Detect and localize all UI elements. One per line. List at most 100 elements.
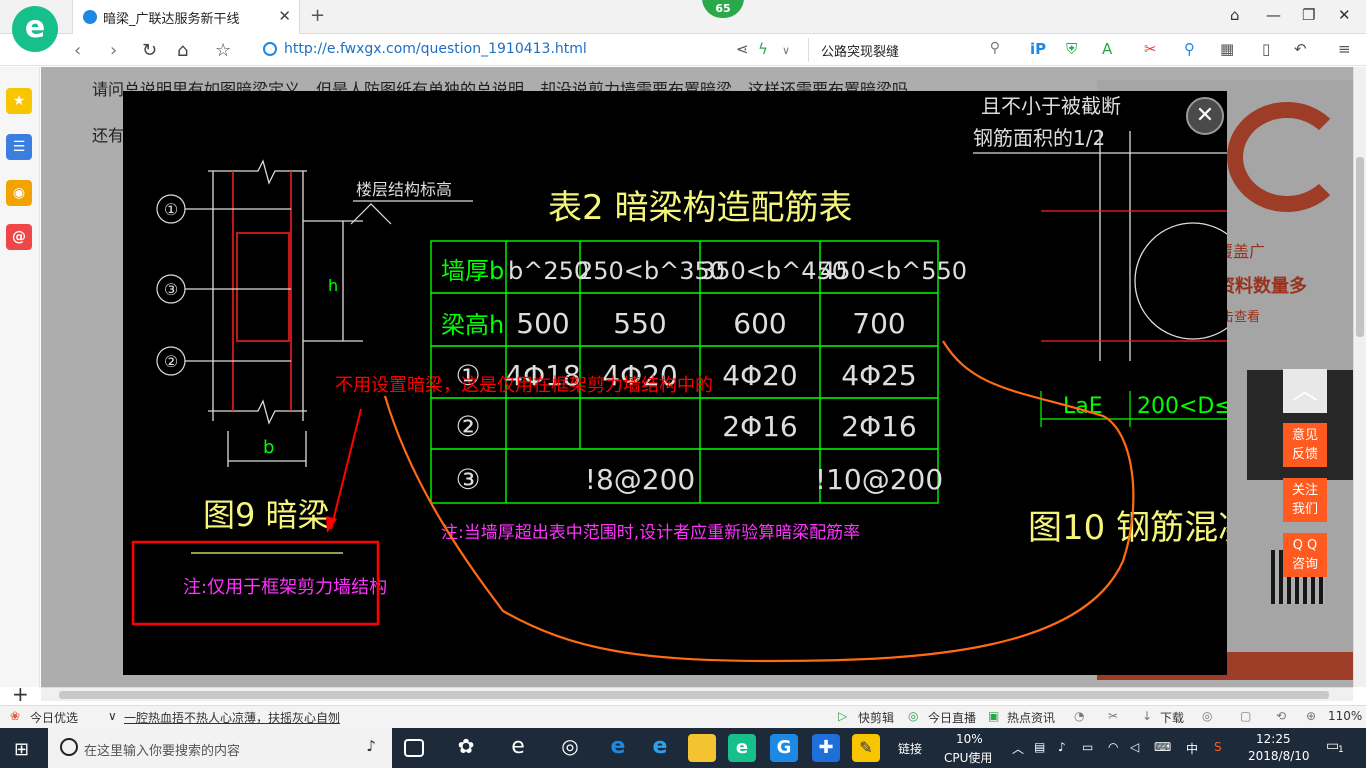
window-icon[interactable]: ▢ — [1240, 709, 1251, 723]
app-tray-icon[interactable]: ▤ — [1034, 740, 1045, 754]
magnifier-icon[interactable]: ⚲ — [1184, 40, 1195, 58]
task-view-icon[interactable] — [404, 739, 424, 757]
scissors-icon[interactable]: ✂ — [1144, 40, 1157, 58]
live-link[interactable]: 今日直播 — [928, 709, 976, 726]
minimize-icon[interactable]: — — [1266, 6, 1281, 24]
tab-close-icon[interactable]: ✕ — [278, 7, 291, 25]
windows-start-icon[interactable]: ⊞ — [14, 739, 29, 760]
horizontal-scrollbar[interactable] — [41, 687, 1353, 701]
restore-icon[interactable]: ⟲ — [1276, 709, 1286, 723]
restore-icon[interactable]: ❐ — [1302, 6, 1315, 24]
search-box[interactable]: 公路突现裂缝 ⚲ — [808, 38, 1008, 62]
table-header-values: b^250 250<b^350 350<b^450 450<b^550 — [508, 257, 967, 285]
taskbar-search[interactable]: 在这里输入你要搜索的内容 ♪ — [48, 728, 392, 768]
chevron-down-icon[interactable]: ∨ — [782, 44, 790, 57]
follow-us-button[interactable]: 关注 我们 — [1283, 478, 1327, 522]
g-app-icon[interactable]: G — [770, 734, 798, 762]
menu-icon[interactable]: ≡ — [1338, 40, 1351, 58]
play-icon: ▷ — [838, 709, 848, 723]
forward-icon[interactable]: › — [110, 40, 117, 61]
edge-icon[interactable]: e — [604, 734, 632, 762]
home-icon[interactable]: ⌂ — [177, 40, 188, 61]
reload-icon[interactable]: ↻ — [142, 40, 157, 61]
browser-tab[interactable]: 暗梁_广联达服务新干线 ✕ — [72, 0, 300, 34]
undo-icon[interactable]: ↶ — [1294, 40, 1307, 58]
shirt-skin-icon[interactable]: ⌂ — [1230, 6, 1240, 24]
circle-label: ③ — [164, 280, 178, 299]
weibo-icon[interactable]: ◉ — [6, 180, 32, 206]
qq-consult-button[interactable]: Q Q 咨询 — [1283, 533, 1327, 577]
keyboard-icon[interactable]: ⌨ — [1154, 740, 1171, 754]
shield-icon[interactable]: ⛨ — [1066, 40, 1077, 58]
cpu-percent: 10% — [956, 732, 983, 746]
apps-grid-icon[interactable]: ▦ — [1220, 40, 1234, 58]
cad-drawing: ① ③ ② 楼层结构标高 h b 图9 暗梁 注:仅用于框架剪力墙结构 表2 暗… — [131, 94, 1227, 663]
site-icon — [263, 42, 277, 56]
browser-app-icon[interactable]: ◎ — [556, 734, 584, 762]
clock-time[interactable]: 12:25 — [1256, 732, 1291, 746]
d-label: 200<D≤3 — [1137, 394, 1227, 419]
sogou-icon[interactable]: S — [1214, 740, 1222, 754]
active-browser-icon[interactable]: e — [728, 734, 756, 762]
today-picks[interactable]: 今日优选 — [30, 709, 78, 726]
news-icon: ▣ — [988, 709, 1000, 723]
headline-link[interactable]: 一腔热血捂不热人心凉薄，扶摇灰心自刎 — [124, 709, 340, 726]
top-right-note-2: 钢筋面积的1/2 — [973, 126, 1105, 150]
new-tab-icon[interactable]: + — [310, 5, 325, 26]
search-icon[interactable]: ⚲ — [990, 40, 1000, 56]
zoom-icon[interactable]: ⊕ — [1306, 709, 1316, 723]
star-icon[interactable]: ☆ — [215, 40, 231, 61]
chevron-up-icon[interactable]: ︿ — [1012, 740, 1024, 757]
download-link[interactable]: 下载 — [1160, 709, 1184, 726]
back-to-top-button[interactable]: ︿ — [1283, 369, 1327, 413]
speed-icon[interactable]: ◔ — [1074, 709, 1084, 723]
favorites-star-icon[interactable]: ★ — [6, 88, 32, 114]
vertical-scrollbar[interactable] — [1353, 67, 1366, 687]
wifi-icon[interactable]: ◠ — [1108, 740, 1118, 754]
translate-icon[interactable]: A — [1102, 40, 1112, 58]
download-icon[interactable]: ↓ — [1142, 709, 1152, 723]
file-explorer-icon[interactable] — [688, 734, 716, 762]
cell: 4Φ25 — [841, 359, 916, 392]
sound-icon[interactable]: ◎ — [1202, 709, 1212, 723]
battery-icon[interactable]: ▭ — [1082, 740, 1093, 754]
scrollbar-thumb[interactable] — [1356, 157, 1364, 337]
tools-icon[interactable]: ✂ — [1108, 709, 1118, 723]
plus-app-icon[interactable]: ✚ — [812, 734, 840, 762]
ime-indicator[interactable]: 中 — [1186, 740, 1198, 757]
back-icon[interactable]: ‹ — [74, 40, 81, 61]
internet-explorer-icon[interactable]: e — [646, 734, 674, 762]
ie-app-icon[interactable]: e — [504, 734, 532, 762]
cpu-label: CPU使用 — [944, 751, 993, 765]
window-close-icon[interactable]: ✕ — [1338, 6, 1351, 24]
url-text[interactable]: http://e.fwxgx.com/question_1910413.html — [284, 41, 587, 57]
address-bar[interactable]: http://e.fwxgx.com/question_1910413.html — [260, 38, 806, 62]
hot-news-link[interactable]: 热点资讯 — [1007, 709, 1055, 726]
phone-icon[interactable]: ▯ — [1262, 40, 1270, 58]
table-values: 500 550 600 700 ① 4Φ18 4Φ20 4Φ20 4Φ25 ② … — [455, 307, 943, 496]
hscroll-thumb[interactable] — [59, 691, 1329, 699]
search-input[interactable]: 公路突现裂缝 — [821, 41, 899, 60]
lightning-icon[interactable]: ϟ — [758, 40, 768, 58]
volume-icon[interactable]: ◁ — [1130, 740, 1139, 754]
feedback-button[interactable]: 意见 反馈 — [1283, 423, 1327, 467]
table-note: 注:当墙厚超出表中范围时,设计者应重新验算暗梁配筋率 — [441, 523, 860, 543]
tab-title: 暗梁_广联达服务新干线 — [103, 12, 240, 27]
clock-date[interactable]: 2018/8/10 — [1248, 749, 1310, 763]
zoom-level[interactable]: 110% — [1328, 709, 1362, 723]
browser-logo-icon[interactable]: e — [12, 6, 58, 52]
circle-label: ① — [164, 200, 178, 219]
notepad-app-icon[interactable]: ✎ — [852, 734, 880, 762]
mail-at-icon[interactable]: @ — [6, 224, 32, 250]
bell-icon[interactable]: ♪ — [1058, 740, 1066, 754]
taskbar-link-label[interactable]: 链接 — [898, 740, 922, 757]
news-list-icon[interactable]: ☰ — [6, 134, 32, 160]
microphone-icon[interactable]: ♪ — [366, 737, 376, 755]
share-icon[interactable]: ⋖ — [736, 40, 749, 58]
kuaijianji-link[interactable]: 快剪辑 — [858, 709, 894, 726]
image-viewer[interactable]: ① ③ ② 楼层结构标高 h b 图9 暗梁 注:仅用于框架剪力墙结构 表2 暗… — [123, 91, 1227, 675]
close-viewer-icon[interactable]: ✕ — [1186, 97, 1224, 135]
extension-ip-icon[interactable]: iP — [1030, 40, 1046, 58]
add-sidebar-icon[interactable]: + — [12, 682, 29, 706]
pinwheel-app-icon[interactable]: ✿ — [452, 734, 480, 762]
